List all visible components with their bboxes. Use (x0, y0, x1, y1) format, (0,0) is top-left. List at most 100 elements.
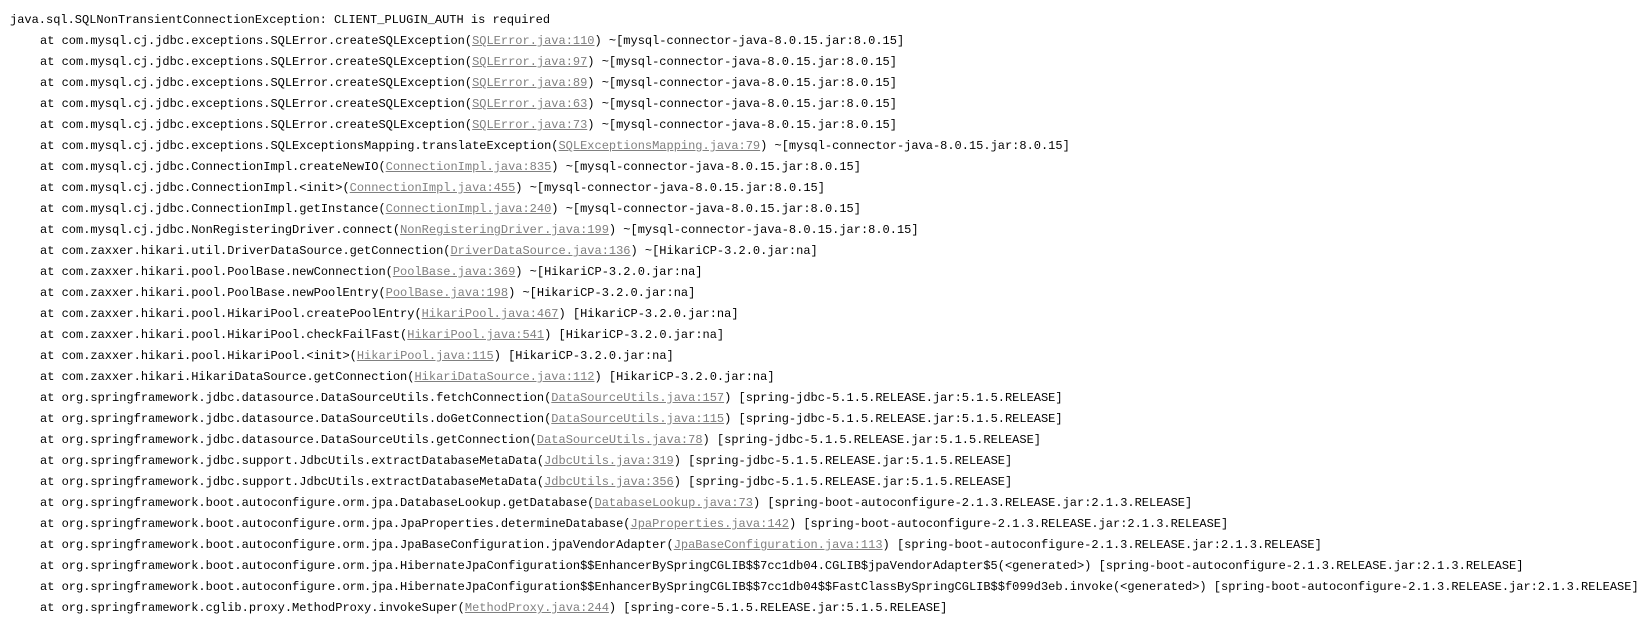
frame-method: at com.mysql.cj.jdbc.exceptions.SQLError… (40, 55, 472, 69)
stack-frame: at com.mysql.cj.jdbc.exceptions.SQLError… (10, 73, 1634, 94)
stack-frame: at org.springframework.jdbc.datasource.D… (10, 430, 1634, 451)
source-link[interactable]: JpaProperties.java:142 (631, 517, 789, 531)
source-link[interactable]: SQLError.java:97 (472, 55, 587, 69)
stack-frame: at com.mysql.cj.jdbc.NonRegisteringDrive… (10, 220, 1634, 241)
frame-suffix: ) ~[mysql-connector-java-8.0.15.jar:8.0.… (587, 76, 897, 90)
frame-method: at org.springframework.boot.autoconfigur… (40, 517, 631, 531)
frame-method: at com.zaxxer.hikari.pool.HikariPool.che… (40, 328, 407, 342)
frame-method: at com.mysql.cj.jdbc.exceptions.SQLError… (40, 97, 472, 111)
source-link[interactable]: SQLError.java:110 (472, 34, 594, 48)
frame-suffix: ) [spring-boot-autoconfigure-2.1.3.RELEA… (789, 517, 1228, 531)
frame-method: at org.springframework.jdbc.datasource.D… (40, 391, 551, 405)
frame-method: at com.zaxxer.hikari.HikariDataSource.ge… (40, 370, 414, 384)
frame-method: at com.mysql.cj.jdbc.exceptions.SQLError… (40, 118, 472, 132)
frame-suffix: ) [spring-core-5.1.5.RELEASE.jar:5.1.5.R… (609, 601, 947, 615)
stack-frame: at org.springframework.jdbc.datasource.D… (10, 409, 1634, 430)
source-link[interactable]: SQLExceptionsMapping.java:79 (558, 139, 760, 153)
stack-frame: at org.springframework.jdbc.support.Jdbc… (10, 451, 1634, 472)
exception-message: java.sql.SQLNonTransientConnectionExcept… (10, 10, 1634, 31)
frame-method: at com.zaxxer.hikari.util.DriverDataSour… (40, 244, 450, 258)
frame-suffix: ) ~[mysql-connector-java-8.0.15.jar:8.0.… (760, 139, 1070, 153)
frame-method: at org.springframework.boot.autoconfigur… (40, 559, 1084, 573)
stack-frame: at org.springframework.boot.autoconfigur… (10, 577, 1634, 598)
frame-method: at org.springframework.jdbc.support.Jdbc… (40, 454, 544, 468)
source-link[interactable]: SQLError.java:63 (472, 97, 587, 111)
frame-suffix: ) [HikariCP-3.2.0.jar:na] (544, 328, 724, 342)
source-link[interactable]: SQLError.java:89 (472, 76, 587, 90)
source-link[interactable]: NonRegisteringDriver.java:199 (400, 223, 609, 237)
frame-suffix: ) [HikariCP-3.2.0.jar:na] (595, 370, 775, 384)
stack-frame: at com.mysql.cj.jdbc.exceptions.SQLError… (10, 115, 1634, 136)
stack-frame: at org.springframework.boot.autoconfigur… (10, 535, 1634, 556)
source-link[interactable]: ConnectionImpl.java:240 (386, 202, 552, 216)
frame-suffix: ) ~[mysql-connector-java-8.0.15.jar:8.0.… (551, 202, 861, 216)
frame-method: at org.springframework.jdbc.datasource.D… (40, 412, 551, 426)
stacktrace-container: at com.mysql.cj.jdbc.exceptions.SQLError… (10, 31, 1634, 619)
stack-frame: at com.zaxxer.hikari.pool.HikariPool.che… (10, 325, 1634, 346)
frame-suffix: ) [spring-jdbc-5.1.5.RELEASE.jar:5.1.5.R… (674, 475, 1012, 489)
source-link[interactable]: HikariPool.java:115 (357, 349, 494, 363)
frame-suffix: ) ~[mysql-connector-java-8.0.15.jar:8.0.… (587, 97, 897, 111)
frame-method: at com.mysql.cj.jdbc.ConnectionImpl.crea… (40, 160, 386, 174)
stack-frame: at org.springframework.boot.autoconfigur… (10, 556, 1634, 577)
frame-suffix: ) [spring-jdbc-5.1.5.RELEASE.jar:5.1.5.R… (724, 412, 1062, 426)
frame-suffix: ) ~[mysql-connector-java-8.0.15.jar:8.0.… (587, 118, 897, 132)
stack-frame: at com.mysql.cj.jdbc.exceptions.SQLError… (10, 31, 1634, 52)
source-link[interactable]: HikariDataSource.java:112 (414, 370, 594, 384)
frame-suffix: ) ~[mysql-connector-java-8.0.15.jar:8.0.… (587, 55, 897, 69)
source-link[interactable]: JdbcUtils.java:319 (544, 454, 674, 468)
source-link[interactable]: PoolBase.java:369 (393, 265, 515, 279)
stack-frame: at org.springframework.boot.autoconfigur… (10, 493, 1634, 514)
source-link[interactable]: JdbcUtils.java:356 (544, 475, 674, 489)
stack-frame: at com.mysql.cj.jdbc.ConnectionImpl.<ini… (10, 178, 1634, 199)
stack-frame: at org.springframework.boot.autoconfigur… (10, 514, 1634, 535)
source-link[interactable]: ConnectionImpl.java:455 (350, 181, 516, 195)
frame-method: at com.mysql.cj.jdbc.exceptions.SQLError… (40, 34, 472, 48)
source-link[interactable]: HikariPool.java:467 (422, 307, 559, 321)
frame-suffix: ) [spring-jdbc-5.1.5.RELEASE.jar:5.1.5.R… (674, 454, 1012, 468)
stack-frame: at org.springframework.jdbc.datasource.D… (10, 388, 1634, 409)
source-link[interactable]: HikariPool.java:541 (407, 328, 544, 342)
source-link[interactable]: DatabaseLookup.java:73 (595, 496, 753, 510)
source-link[interactable]: MethodProxy.java:244 (465, 601, 609, 615)
stack-frame: at com.zaxxer.hikari.HikariDataSource.ge… (10, 367, 1634, 388)
frame-method: at com.mysql.cj.jdbc.ConnectionImpl.<ini… (40, 181, 350, 195)
frame-suffix: ) [HikariCP-3.2.0.jar:na] (494, 349, 674, 363)
stack-frame: at com.zaxxer.hikari.pool.HikariPool.<in… (10, 346, 1634, 367)
stack-frame: at com.mysql.cj.jdbc.ConnectionImpl.crea… (10, 157, 1634, 178)
frame-method: at com.mysql.cj.jdbc.exceptions.SQLExcep… (40, 139, 558, 153)
stack-frame: at com.zaxxer.hikari.pool.PoolBase.newPo… (10, 283, 1634, 304)
frame-suffix: ) ~[HikariCP-3.2.0.jar:na] (515, 265, 702, 279)
frame-suffix: ) [HikariCP-3.2.0.jar:na] (559, 307, 739, 321)
frame-method: at com.zaxxer.hikari.pool.HikariPool.cre… (40, 307, 422, 321)
source-link[interactable]: DataSourceUtils.java:78 (537, 433, 703, 447)
stack-frame: at com.zaxxer.hikari.pool.PoolBase.newCo… (10, 262, 1634, 283)
source-link[interactable]: DataSourceUtils.java:157 (551, 391, 724, 405)
frame-method: at org.springframework.boot.autoconfigur… (40, 538, 674, 552)
frame-method: at com.mysql.cj.jdbc.exceptions.SQLError… (40, 76, 472, 90)
frame-method: at org.springframework.boot.autoconfigur… (40, 496, 595, 510)
stack-frame: at com.mysql.cj.jdbc.exceptions.SQLExcep… (10, 136, 1634, 157)
frame-method: at com.zaxxer.hikari.pool.PoolBase.newPo… (40, 286, 386, 300)
stack-frame: at org.springframework.jdbc.support.Jdbc… (10, 472, 1634, 493)
frame-method: at com.zaxxer.hikari.pool.HikariPool.<in… (40, 349, 357, 363)
frame-suffix: ) [spring-jdbc-5.1.5.RELEASE.jar:5.1.5.R… (703, 433, 1041, 447)
stack-frame: at com.zaxxer.hikari.util.DriverDataSour… (10, 241, 1634, 262)
frame-suffix: ) ~[mysql-connector-java-8.0.15.jar:8.0.… (515, 181, 825, 195)
source-link[interactable]: DriverDataSource.java:136 (450, 244, 630, 258)
source-link[interactable]: JpaBaseConfiguration.java:113 (674, 538, 883, 552)
stack-frame: at com.mysql.cj.jdbc.exceptions.SQLError… (10, 94, 1634, 115)
frame-suffix: ) ~[HikariCP-3.2.0.jar:na] (631, 244, 818, 258)
frame-suffix: ) ~[mysql-connector-java-8.0.15.jar:8.0.… (551, 160, 861, 174)
source-link[interactable]: DataSourceUtils.java:115 (551, 412, 724, 426)
frame-suffix: ) [spring-boot-autoconfigure-2.1.3.RELEA… (1199, 580, 1638, 594)
source-link[interactable]: SQLError.java:73 (472, 118, 587, 132)
stack-frame: at org.springframework.cglib.proxy.Metho… (10, 598, 1634, 619)
stack-frame: at com.zaxxer.hikari.pool.HikariPool.cre… (10, 304, 1634, 325)
frame-suffix: ) ~[mysql-connector-java-8.0.15.jar:8.0.… (595, 34, 905, 48)
stack-frame: at com.mysql.cj.jdbc.ConnectionImpl.getI… (10, 199, 1634, 220)
source-link[interactable]: ConnectionImpl.java:835 (386, 160, 552, 174)
frame-suffix: ) [spring-boot-autoconfigure-2.1.3.RELEA… (753, 496, 1192, 510)
frame-suffix: ) [spring-boot-autoconfigure-2.1.3.RELEA… (1084, 559, 1523, 573)
source-link[interactable]: PoolBase.java:198 (386, 286, 508, 300)
